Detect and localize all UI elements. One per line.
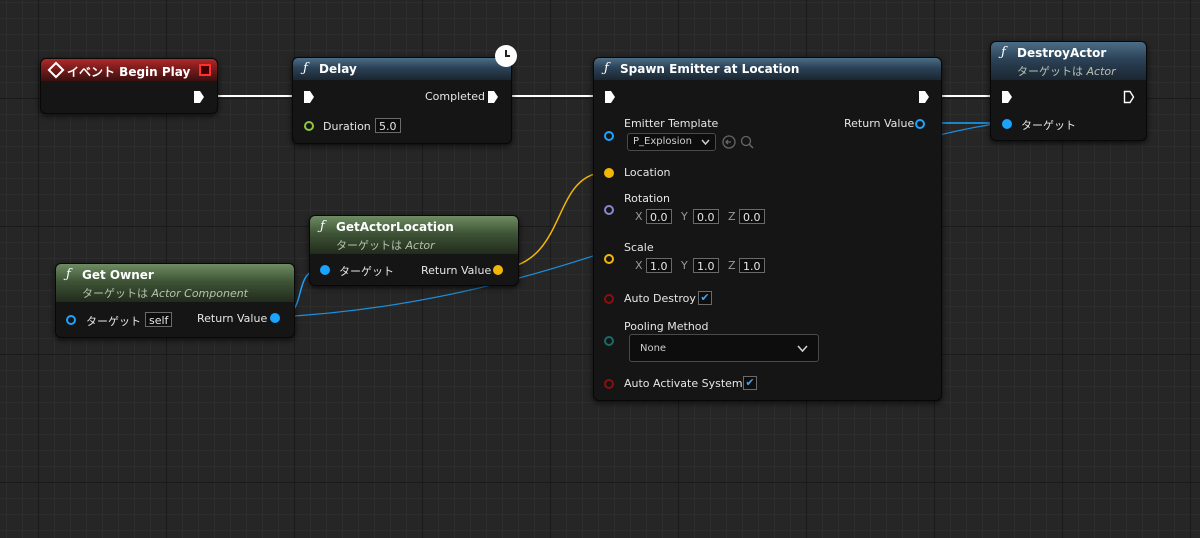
pooling-method-dropdown[interactable]: None [629, 334, 819, 362]
return-value-label: Return Value [197, 312, 268, 325]
use-selected-icon[interactable] [722, 135, 736, 149]
rotation-pin[interactable] [604, 205, 614, 215]
node-subtitle: ターゲットは Actor Component [82, 287, 248, 300]
pooling-method-label: Pooling Method [624, 320, 709, 333]
emitter-template-dropdown[interactable]: P_Explosion [627, 133, 716, 151]
scale-label: Scale [624, 241, 654, 254]
exec-out-pin[interactable] [193, 90, 205, 104]
auto-destroy-pin[interactable] [604, 294, 614, 304]
exec-in-pin[interactable] [303, 90, 315, 104]
node-destroy-actor[interactable]: ƒ DestroyActor ターゲットは Actor ターゲット [990, 41, 1147, 141]
emitter-template-label: Emitter Template [624, 117, 719, 130]
scale-y-axis: Y [681, 259, 688, 272]
target-label: ターゲット [86, 315, 141, 328]
node-get-owner[interactable]: ƒ Get Owner ターゲットは Actor Component ターゲット… [55, 263, 295, 338]
return-value-label: Return Value [421, 264, 492, 277]
auto-destroy-checkbox[interactable]: ✔ [698, 291, 712, 305]
node-spawn-emitter-at-location[interactable]: ƒ Spawn Emitter at Location Emitter Temp… [593, 57, 942, 401]
scale-z-input[interactable]: 1.0 [739, 258, 765, 273]
target-pin[interactable] [320, 265, 330, 275]
browse-search-icon[interactable] [740, 135, 754, 149]
target-pin[interactable] [66, 315, 76, 325]
return-value-label: Return Value [844, 117, 915, 130]
function-icon: ƒ [66, 267, 71, 282]
return-value-pin[interactable] [270, 313, 280, 323]
rotation-y-input[interactable]: 0.0 [693, 209, 719, 224]
node-title: Get Owner [82, 268, 154, 282]
function-icon: ƒ [303, 61, 308, 76]
node-header: ƒ Spawn Emitter at Location [594, 58, 941, 80]
node-header: ƒ Get Owner ターゲットは Actor Component [56, 264, 294, 302]
pooling-method-pin[interactable] [604, 336, 614, 346]
event-diamond-icon [47, 61, 65, 79]
scale-pin[interactable] [604, 254, 614, 264]
scale-x-axis: X [635, 259, 643, 272]
return-value-pin[interactable] [493, 265, 503, 275]
node-header: ƒ Delay [293, 58, 511, 80]
exec-in-pin[interactable] [604, 90, 616, 104]
function-icon: ƒ [604, 61, 609, 76]
emitter-template-value: P_Explosion [633, 136, 692, 147]
duration-input[interactable]: 5.0 [375, 118, 401, 133]
scale-z-axis: Z [728, 259, 736, 272]
rotation-x-input[interactable]: 0.0 [646, 209, 672, 224]
exec-completed-pin[interactable] [487, 90, 499, 104]
location-pin[interactable] [604, 168, 614, 178]
target-label: ターゲット [339, 265, 394, 278]
scale-y-input[interactable]: 1.0 [693, 258, 719, 273]
rotation-z-axis: Z [728, 210, 736, 223]
return-value-pin[interactable] [915, 119, 925, 129]
auto-activate-pin[interactable] [604, 379, 614, 389]
auto-activate-checkbox[interactable]: ✔ [743, 376, 757, 390]
duration-pin[interactable] [304, 121, 314, 131]
node-header: イベント Begin Play [41, 59, 217, 81]
node-title: GetActorLocation [336, 220, 454, 234]
rotation-x-axis: X [635, 210, 643, 223]
node-event-begin-play[interactable]: イベント Begin Play [40, 58, 218, 114]
target-pin[interactable] [1002, 119, 1012, 129]
node-title: イベント Begin Play [67, 65, 191, 79]
chevron-down-icon [701, 139, 710, 146]
node-subtitle: ターゲットは Actor [1017, 65, 1116, 78]
node-delay[interactable]: ƒ Delay Completed Duration 5.0 [292, 45, 517, 144]
chevron-down-icon [797, 345, 808, 353]
delegate-pin[interactable] [199, 64, 211, 76]
auto-destroy-label: Auto Destroy [624, 292, 696, 305]
target-label: ターゲット [1021, 119, 1076, 132]
location-label: Location [624, 166, 671, 179]
scale-x-input[interactable]: 1.0 [646, 258, 672, 273]
function-icon: ƒ [320, 219, 325, 234]
rotation-label: Rotation [624, 192, 671, 205]
rotation-y-axis: Y [681, 210, 688, 223]
node-subtitle: ターゲットは Actor [336, 239, 435, 252]
node-title: Delay [319, 62, 357, 76]
node-header: ƒ DestroyActor ターゲットは Actor [991, 42, 1146, 80]
completed-label: Completed [425, 90, 485, 103]
auto-activate-label: Auto Activate System [624, 377, 743, 390]
emitter-template-pin[interactable] [604, 131, 614, 141]
self-input[interactable]: self [145, 312, 173, 327]
function-icon: ƒ [1001, 45, 1006, 60]
clock-icon [495, 45, 517, 67]
node-header: ƒ GetActorLocation ターゲットは Actor [310, 216, 518, 254]
rotation-z-input[interactable]: 0.0 [739, 209, 765, 224]
node-title: Spawn Emitter at Location [620, 62, 800, 76]
pooling-method-value: None [640, 343, 667, 354]
node-title: DestroyActor [1017, 46, 1107, 60]
node-get-actor-location[interactable]: ƒ GetActorLocation ターゲットは Actor ターゲット Re… [309, 215, 519, 286]
exec-out-pin[interactable] [918, 90, 930, 104]
exec-in-pin[interactable] [1001, 90, 1013, 104]
exec-out-pin[interactable] [1123, 90, 1135, 104]
duration-label: Duration [323, 120, 371, 133]
